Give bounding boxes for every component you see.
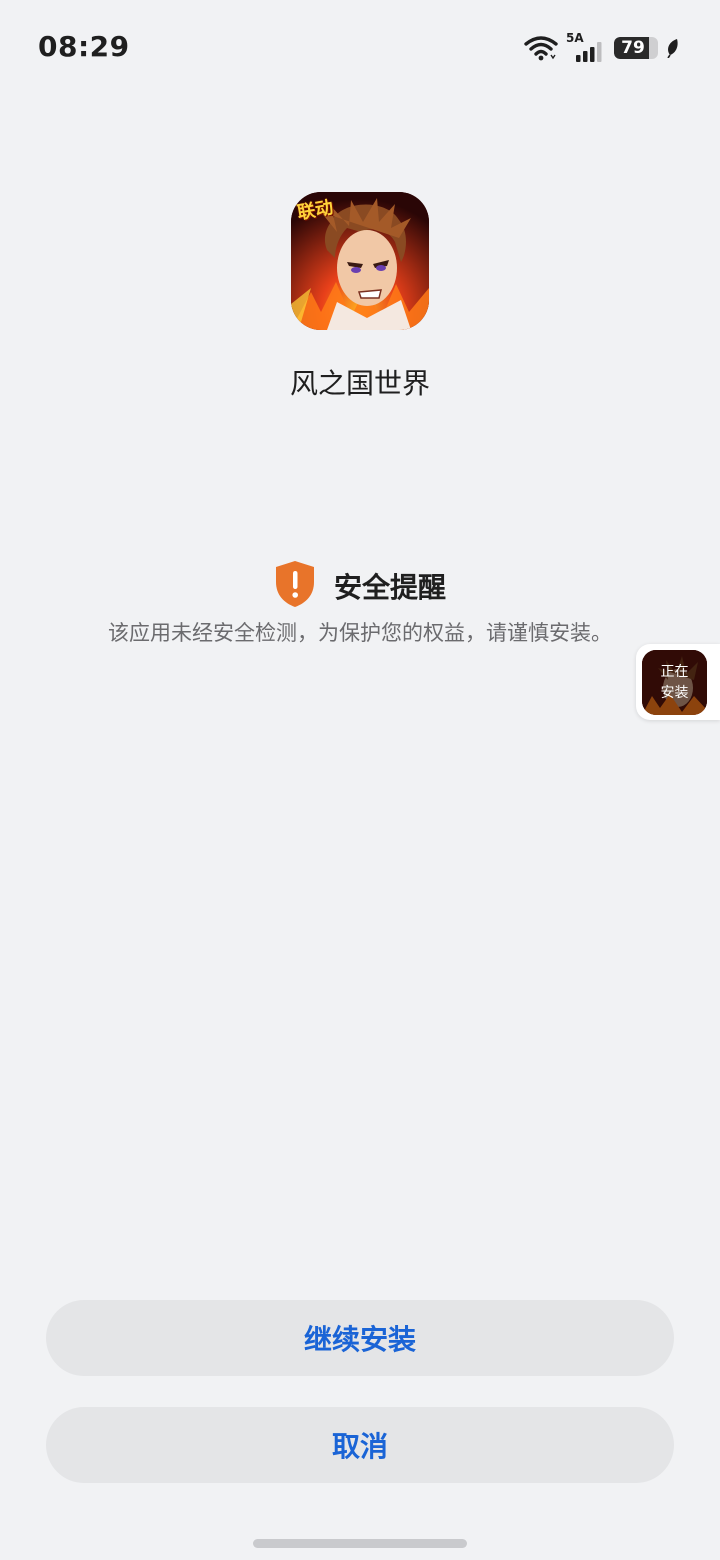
installing-app-thumbnail: 正在 安装 [642,650,707,715]
installing-status-line1: 正在 [660,663,689,680]
security-header: 安全提醒 [0,560,720,612]
status-icons: 5A 79 [524,31,680,62]
status-bar: 08:29 5A 79 [0,0,720,96]
cancel-button[interactable]: 取消 [46,1407,674,1483]
security-title: 安全提醒 [333,571,446,604]
battery-level: 79 [621,38,645,58]
app-icon: 联动 [291,192,429,330]
installing-status: 正在 安装 [642,650,707,715]
app-name: 风之国世界 [289,367,430,400]
continue-install-button[interactable]: 继续安装 [46,1300,674,1376]
security-message: 该应用未经安全检测，为保护您的权益，请谨慎安装。 [108,621,612,645]
wifi-icon [524,35,558,61]
status-time: 08:29 [38,30,130,63]
signal-icon [574,42,606,62]
home-indicator[interactable] [253,1539,467,1548]
cellular-signal: 5A [566,31,606,62]
installing-floating-widget[interactable]: 正在 安装 [636,644,720,720]
installing-status-line2: 安装 [660,684,689,701]
shield-warning-icon [274,560,316,612]
leaf-icon [666,38,680,58]
battery-icon: 79 [614,37,658,59]
